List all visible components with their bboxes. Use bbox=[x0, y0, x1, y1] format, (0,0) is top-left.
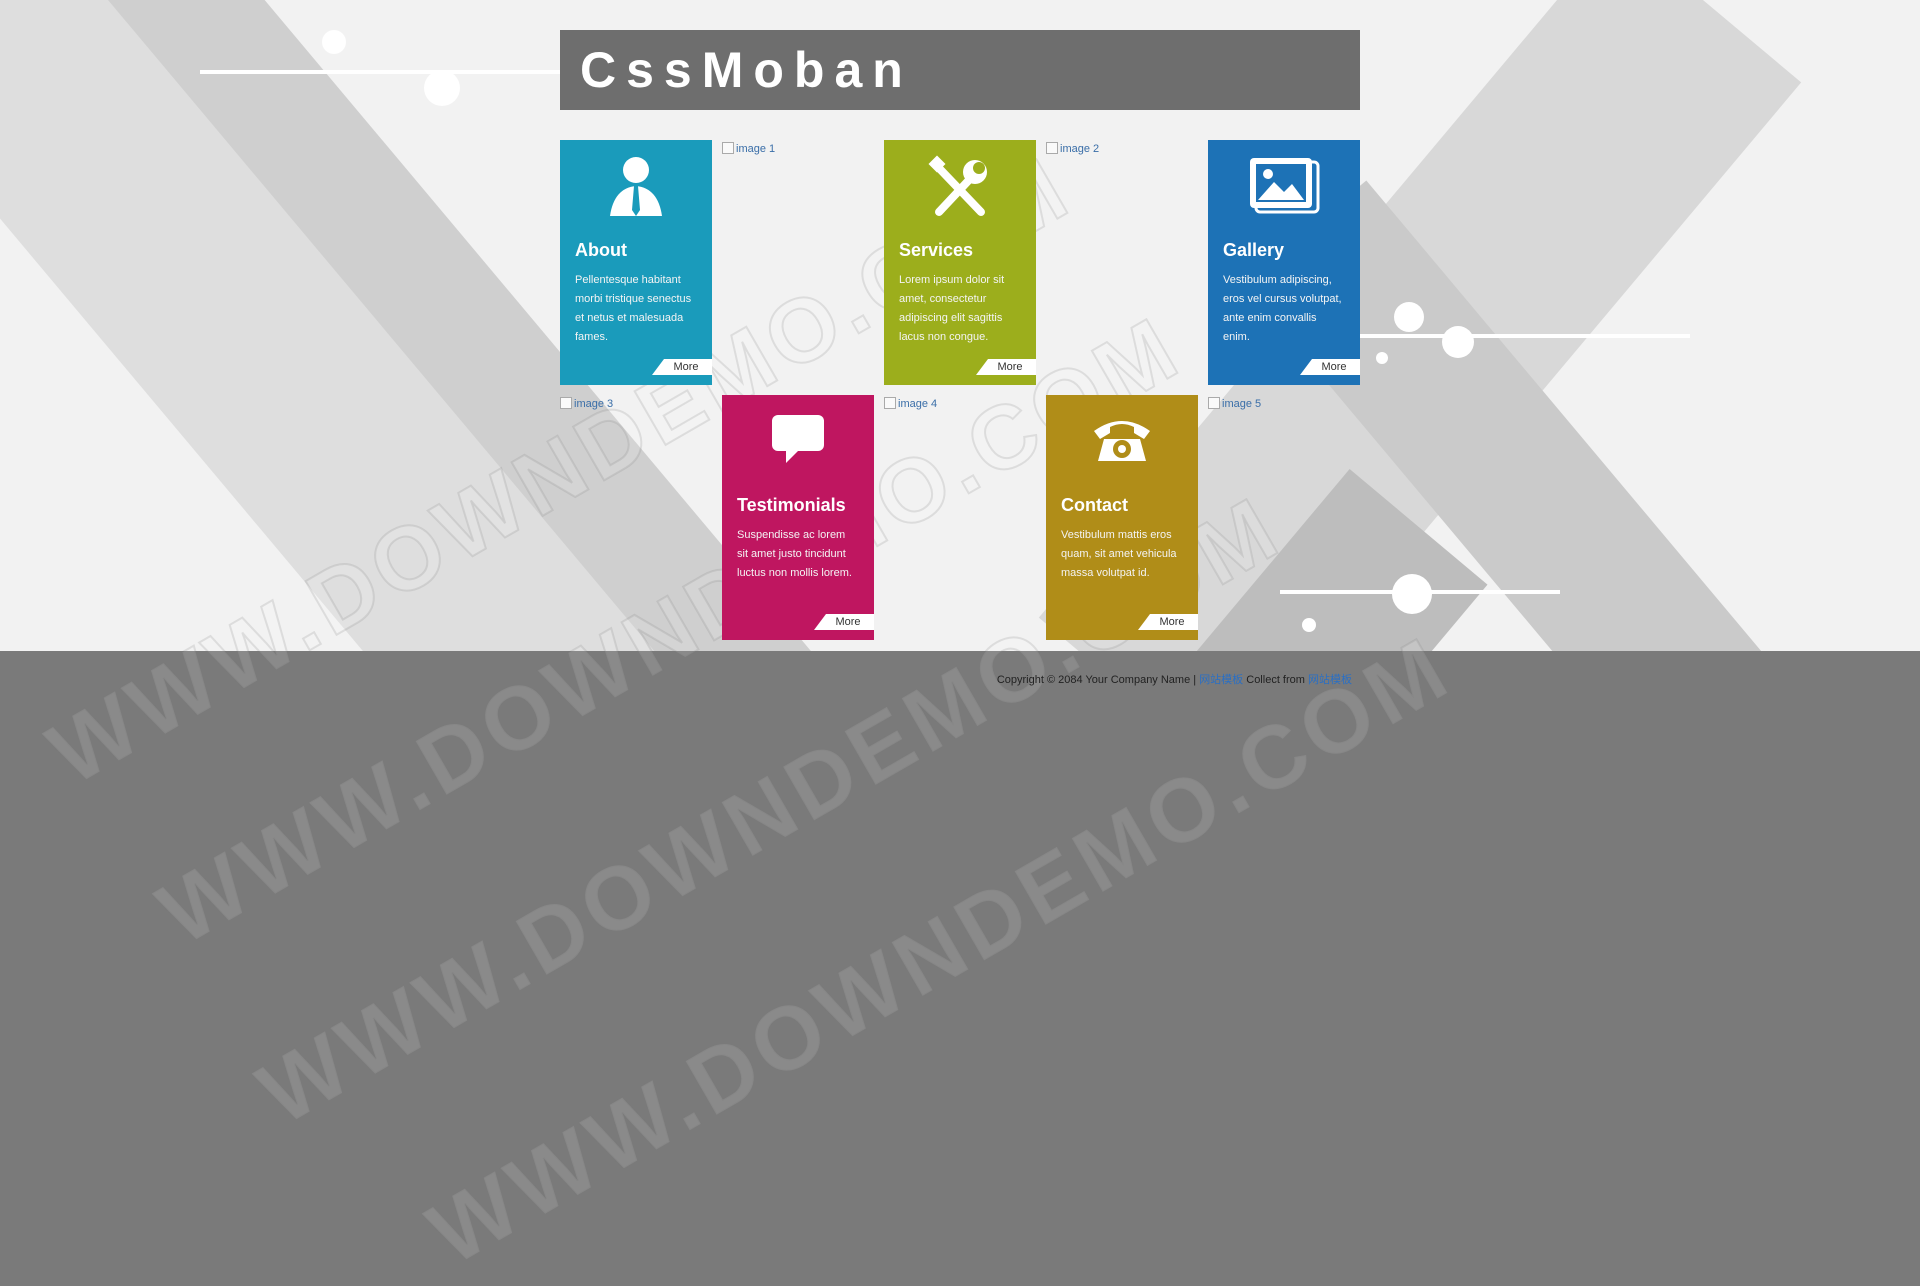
image-alt-text: image 4 bbox=[898, 398, 938, 410]
gallery-more-button[interactable]: More bbox=[1300, 359, 1360, 375]
copyright-text: Copyright © 2084 Your Company Name | bbox=[996, 674, 1197, 686]
image-3: image 3 bbox=[560, 395, 712, 640]
broken-image-icon bbox=[884, 397, 896, 409]
contact-card: Contact Vestibulum mattis eros quam, sit… bbox=[1046, 395, 1198, 640]
telephone-icon bbox=[1046, 409, 1198, 489]
image-alt-text: image 1 bbox=[736, 143, 776, 155]
footer-link-1[interactable]: 网站模板 bbox=[1199, 674, 1243, 686]
footer-link-2[interactable]: 网站模板 bbox=[1308, 674, 1352, 686]
footer: Copyright © 2084 Your Company Name | 网站模… bbox=[962, 671, 1352, 687]
picture-icon bbox=[1208, 154, 1360, 234]
page-footer-background bbox=[0, 651, 1920, 1080]
image-2: image 2 bbox=[1046, 140, 1198, 385]
site-header: CssMoban bbox=[560, 30, 1360, 110]
card-text: Vestibulum mattis eros quam, sit amet ve… bbox=[1061, 529, 1177, 579]
image-1: image 1 bbox=[722, 140, 874, 385]
card-text: Suspendisse ac lorem sit amet justo tinc… bbox=[737, 529, 852, 579]
broken-image-icon bbox=[560, 397, 572, 409]
card-title: Services bbox=[899, 240, 974, 260]
broken-image-icon bbox=[1208, 397, 1220, 409]
card-text: Lorem ipsum dolor sit amet, consectetur … bbox=[899, 274, 1005, 343]
tools-icon bbox=[884, 154, 1036, 234]
image-4: image 4 bbox=[884, 395, 1036, 640]
services-card: Services Lorem ipsum dolor sit amet, con… bbox=[884, 140, 1036, 385]
about-more-button[interactable]: More bbox=[652, 359, 712, 375]
card-text: Vestibulum adipiscing, eros vel cursus v… bbox=[1223, 274, 1342, 343]
gallery-card: Gallery Vestibulum adipiscing, eros vel … bbox=[1208, 140, 1360, 385]
card-title: About bbox=[575, 240, 627, 260]
card-title: Testimonials bbox=[737, 495, 846, 515]
testimonials-more-button[interactable]: More bbox=[814, 614, 874, 630]
card-text: Pellentesque habitant morbi tristique se… bbox=[575, 274, 692, 343]
image-5: image 5 bbox=[1208, 395, 1360, 640]
image-alt-text: image 2 bbox=[1060, 143, 1100, 155]
person-icon bbox=[560, 154, 712, 234]
card-title: Contact bbox=[1061, 495, 1128, 515]
site-title[interactable]: CssMoban bbox=[580, 30, 1360, 110]
contact-more-button[interactable]: More bbox=[1138, 614, 1198, 630]
image-alt-text: image 3 bbox=[574, 398, 614, 410]
broken-image-icon bbox=[722, 142, 734, 154]
testimonials-card: Testimonials Suspendisse ac lorem sit am… bbox=[722, 395, 874, 640]
about-card: About Pellentesque habitant morbi tristi… bbox=[560, 140, 712, 385]
services-more-button[interactable]: More bbox=[976, 359, 1036, 375]
broken-image-icon bbox=[1046, 142, 1058, 154]
collect-text: Collect from bbox=[1246, 674, 1305, 686]
speech-bubble-icon bbox=[722, 409, 874, 489]
card-title: Gallery bbox=[1223, 240, 1285, 260]
image-alt-text: image 5 bbox=[1222, 398, 1262, 410]
